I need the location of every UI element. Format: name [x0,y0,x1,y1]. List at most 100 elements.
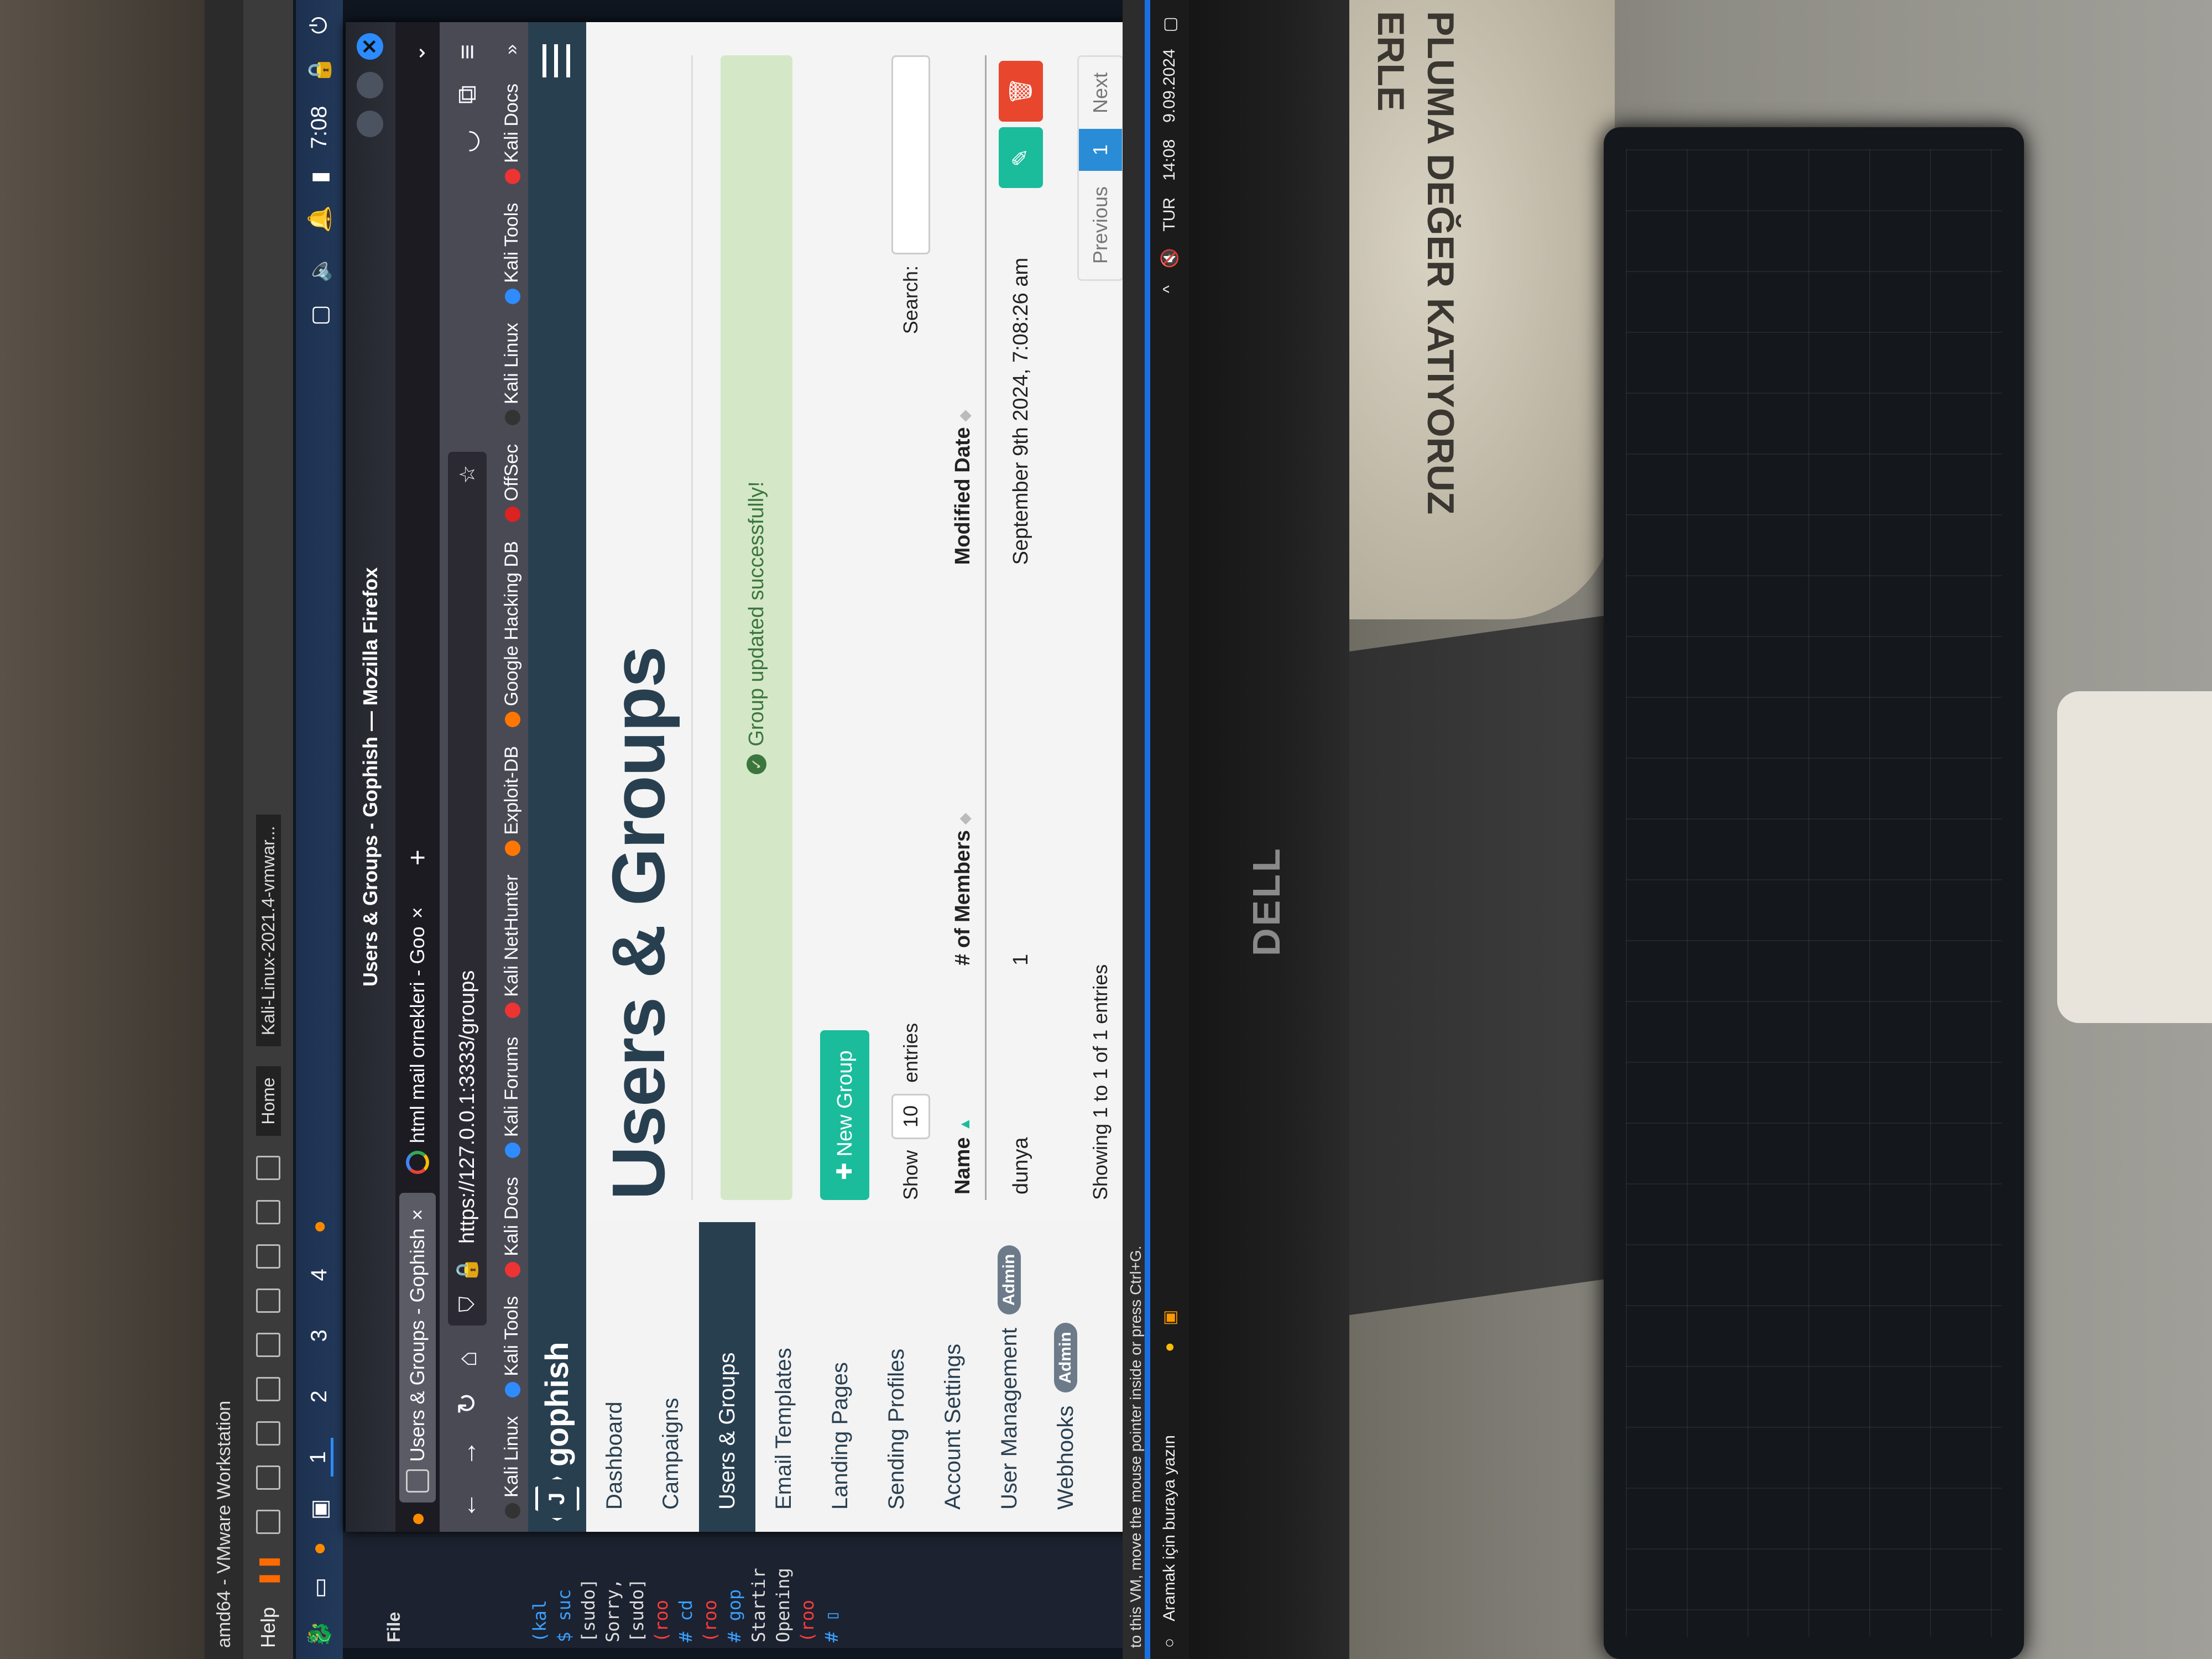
tray-chevron-icon[interactable]: ^ [1160,285,1179,293]
taskbar-time[interactable]: 14:08 [1160,139,1179,181]
home-icon[interactable]: ⌂ [452,1351,483,1367]
new-group-button[interactable]: ✚ New Group [820,1030,869,1200]
tab-close-icon[interactable]: × [406,1209,429,1220]
taskbar-date[interactable]: 9.09.2024 [1160,49,1179,122]
bookmark-item[interactable]: Kali Tools [501,1296,523,1397]
terminal-window[interactable]: File (kal $ suc [sudo] Sorry, [sudo] (ro… [343,1532,1150,1648]
sidebar-item-dashboard[interactable]: Dashboard [586,1222,643,1532]
column-header-name[interactable]: Name ▲ [941,971,986,1200]
brand-name[interactable]: gophish [539,1342,576,1467]
bookmark-star-icon[interactable]: ☆ [455,465,480,484]
list-tabs-icon[interactable]: ⌄ [405,44,430,62]
stretch-icon[interactable] [256,1155,280,1180]
firefox-task-icon[interactable]: ● [307,1220,332,1233]
sidebar-item-email-templates[interactable]: Email Templates [755,1222,812,1532]
extensions-icon[interactable]: ⧉ [452,85,483,104]
single-window-icon[interactable] [256,1288,280,1313]
workspace-1[interactable]: 1 [305,1438,333,1477]
delete-button[interactable]: 🗑 [999,61,1043,122]
new-tab-button[interactable]: + [401,849,434,865]
terminal-menu-file[interactable]: File [382,1537,406,1642]
language-indicator[interactable]: TUR [1160,197,1179,232]
bookmark-item[interactable]: Kali Docs [501,1177,523,1277]
terminal-launcher-icon[interactable]: ▣ [307,1499,332,1520]
manage-snapshots-icon[interactable] [256,1376,280,1401]
lock-icon[interactable]: 🔒 [306,56,332,84]
vmware-taskbar-icon[interactable]: ▣ [1160,1310,1180,1326]
bookmark-item[interactable]: Google Hacking DB [501,541,523,727]
reload-icon[interactable]: ↻ [452,1392,483,1415]
entries-select[interactable]: 10 [891,1093,930,1139]
sidebar-item-account-settings[interactable]: Account Settings [925,1222,981,1532]
forward-icon[interactable]: → [452,1440,483,1467]
workspace-2[interactable]: 2 [307,1377,332,1416]
bookmark-item[interactable]: OffSec [501,444,523,523]
tab-gophish[interactable]: Users & Groups - Gophish × [399,1193,436,1503]
back-icon[interactable]: ← [452,1492,483,1519]
search-icon[interactable]: ○ [1160,1638,1179,1648]
revert-icon[interactable] [256,1421,280,1446]
sidebar-item-campaigns[interactable]: Campaigns [643,1222,699,1532]
hamburger-menu-icon[interactable] [542,44,570,77]
sort-icon: ◆ [956,410,973,421]
pocket-icon[interactable]: ◡ [452,129,483,153]
firefox-launcher-icon[interactable]: ● [307,1542,332,1555]
menu-help[interactable]: Help [257,1607,280,1648]
sidebar-item-webhooks[interactable]: Webhooks Admin [1037,1222,1094,1532]
page-1-button[interactable]: 1 [1079,129,1122,171]
panel-clock[interactable]: 7:08 [307,106,332,149]
bookmark-item[interactable]: Kali Linux [501,323,523,426]
close-button[interactable]: ✕ [357,33,383,60]
vmware-tab-vm[interactable]: Kali-Linux-2021.4-vmwar... [255,815,281,1047]
column-header-members[interactable]: # of Members ◆ [941,570,986,971]
previous-page-button[interactable]: Previous [1079,171,1122,279]
pause-icon[interactable]: ❚❚ [257,1554,280,1587]
taskbar-search-input[interactable]: Aramak için buraya yazın [1160,1435,1179,1621]
column-header-modified[interactable]: Modified Date ◆ [941,238,986,571]
battery-icon[interactable]: ▮ [307,171,332,183]
console-view-icon[interactable] [256,1199,280,1224]
network-icon[interactable]: ▢ [307,305,332,326]
bookmark-item[interactable]: Kali Forums [501,1037,523,1159]
sidebar-item-users-groups[interactable]: Users & Groups [699,1222,755,1532]
next-page-button[interactable]: Next [1079,57,1122,129]
kali-menu-icon[interactable]: 🐉 [306,1620,332,1648]
dell-logo: DELL [1245,846,1288,957]
bookmark-item[interactable]: Kali Tools [501,203,523,304]
notification-icon[interactable]: 🔔 [306,205,332,233]
vmware-tab-home[interactable]: Home [255,1066,281,1136]
app-menu-icon[interactable]: ≡ [452,44,483,60]
sidebar-item-landing-pages[interactable]: Landing Pages [812,1222,868,1532]
url-bar[interactable]: ⛉ 🔒 https://127.0.0.1:3333/groups ☆ [448,451,487,1326]
search-input[interactable] [891,55,930,254]
snapshot-icon[interactable] [256,1465,280,1490]
chrome-taskbar-icon[interactable]: ● [1160,1342,1179,1352]
notifications-icon[interactable]: ▢ [1160,17,1180,32]
url-text[interactable]: https://127.0.0.1:3333/groups [456,497,479,1244]
fullscreen-icon[interactable] [256,1244,280,1269]
workspace-4[interactable]: 4 [307,1255,332,1294]
tab-close-icon[interactable]: × [406,907,429,919]
bookmark-item[interactable]: Kali NetHunter [501,875,523,1018]
minimize-button[interactable] [357,111,383,137]
bookmark-item[interactable]: Kali Docs [501,84,523,184]
sidebar-item-sending-profiles[interactable]: Sending Profiles [868,1222,925,1532]
files-icon[interactable]: ▭ [307,1577,332,1598]
tab-google[interactable]: html mail ornekleri - Goo × [399,874,436,1184]
bookmark-item[interactable]: Exploit-DB [501,746,523,856]
maximize-button[interactable] [357,72,383,98]
edit-button[interactable]: ✎ [999,127,1043,188]
view-library-icon[interactable] [256,1332,280,1357]
tracking-shield-icon[interactable]: ⛉ [456,1296,479,1312]
sidebar-item-user-management[interactable]: User Management Admin [981,1222,1037,1532]
speaker-muted-icon[interactable]: 🔇 [1160,248,1180,269]
firefox-view-icon[interactable]: ● [404,1511,431,1526]
bookmark-item[interactable]: Kali Linux [501,1416,523,1519]
gophish-logo-icon[interactable]: J [535,1477,580,1521]
volume-icon[interactable]: 🔈 [306,255,332,283]
power-icon[interactable]: ⏻ [307,17,332,34]
bookmarks-overflow-button[interactable]: » [501,44,523,55]
lock-warning-icon[interactable]: 🔒 [455,1257,479,1283]
send-keys-icon[interactable] [256,1509,280,1534]
workspace-3[interactable]: 3 [307,1316,332,1355]
